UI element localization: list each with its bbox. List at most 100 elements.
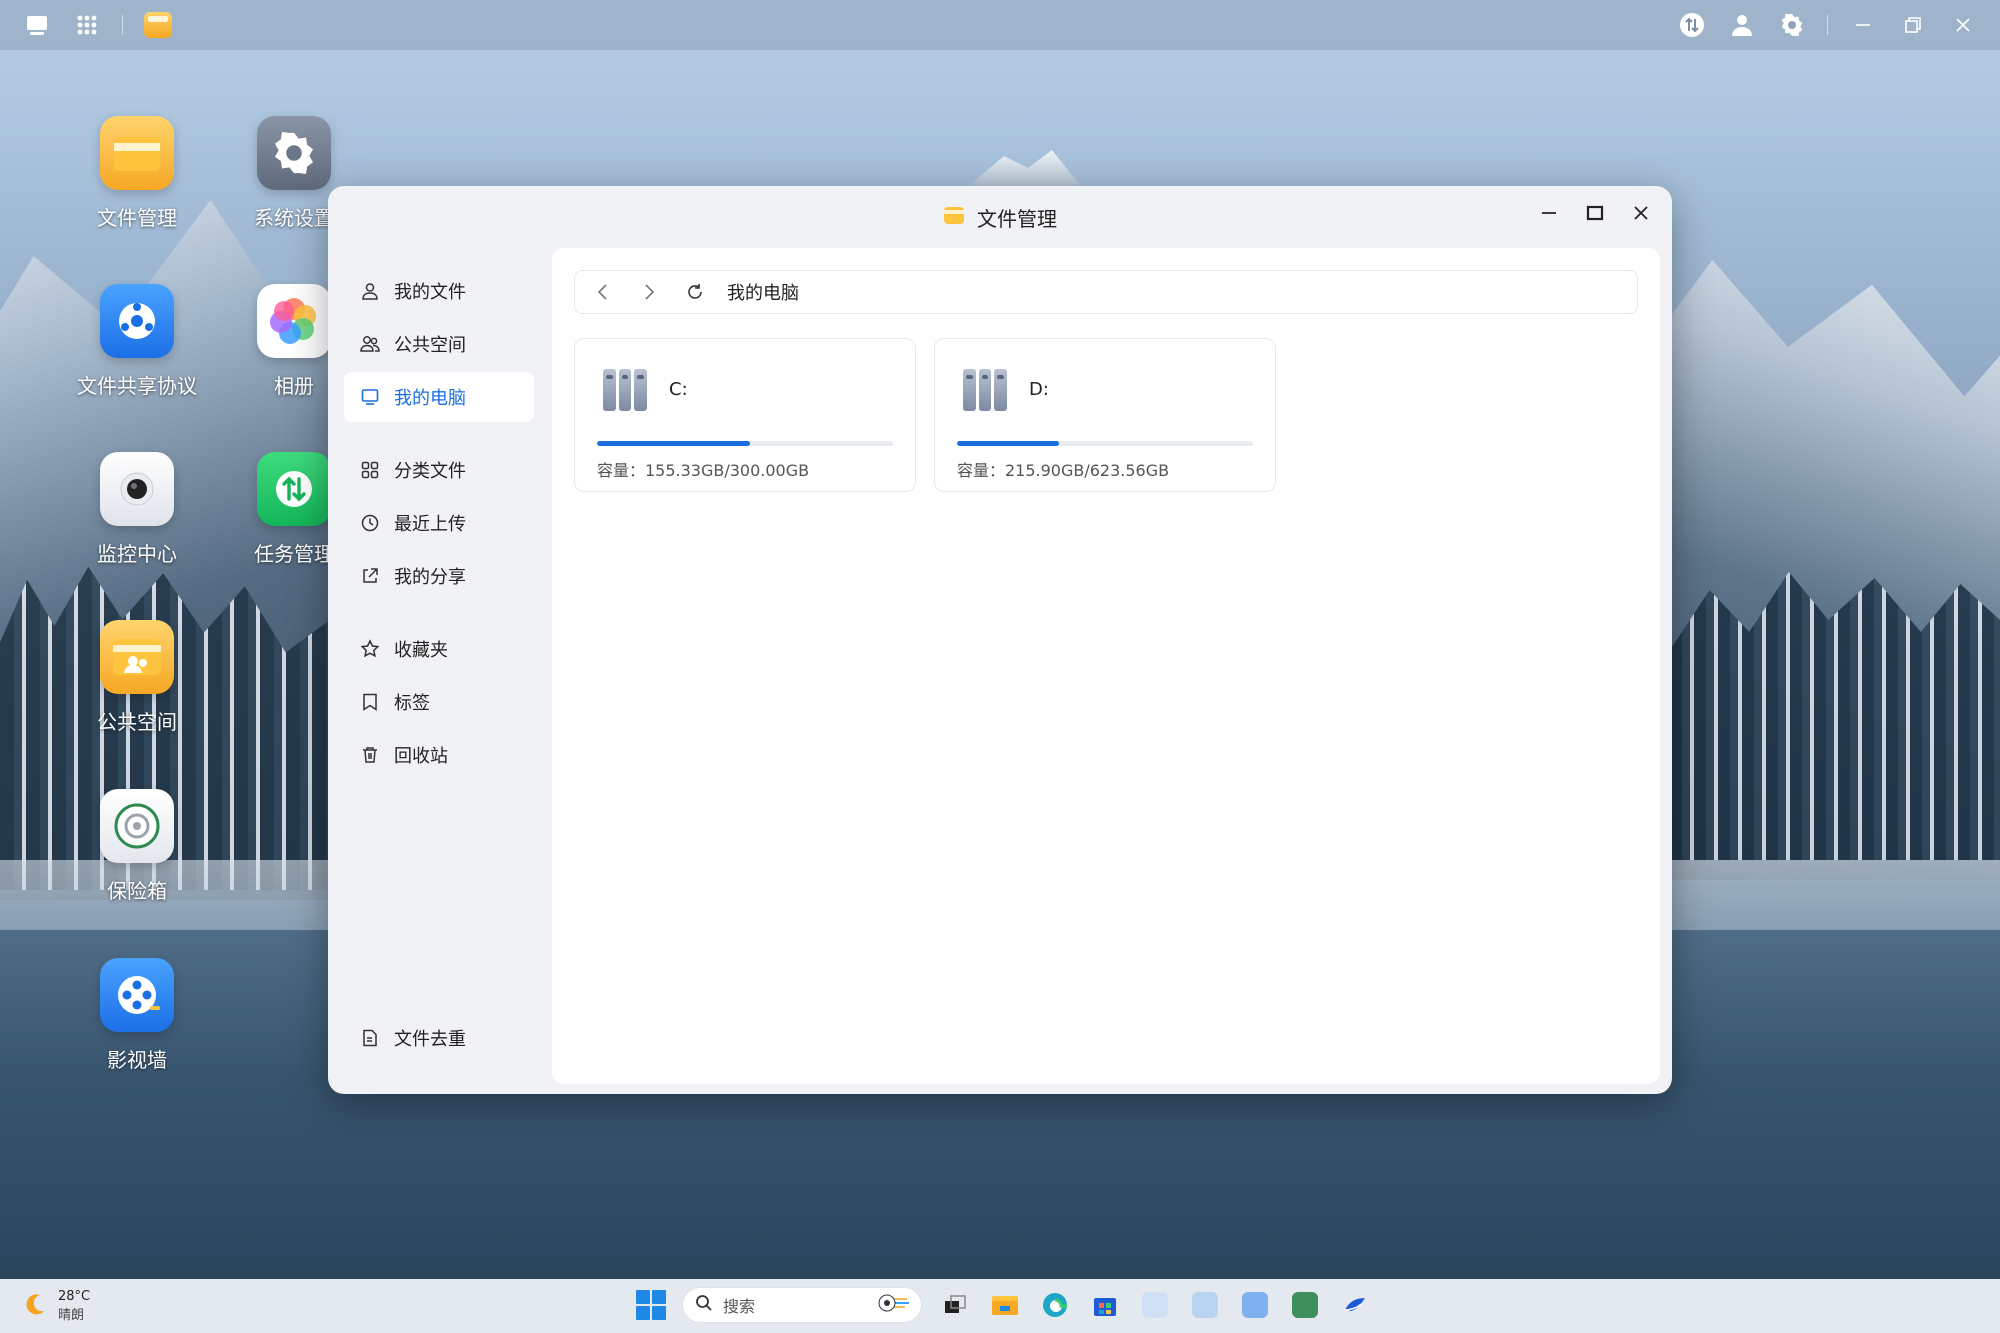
- weather-temp: 28°C: [58, 1289, 91, 1304]
- user-icon[interactable]: [1727, 10, 1757, 40]
- pinned-app-icon[interactable]: [1238, 1288, 1272, 1322]
- sidebar-item-my-shares[interactable]: 我的分享: [344, 551, 534, 601]
- drive-card-d[interactable]: D: 容量：215.90GB/623.56GB: [934, 338, 1276, 492]
- top-bar: [0, 0, 2000, 50]
- divider: [1827, 15, 1828, 35]
- window-titlebar[interactable]: 文件管理: [328, 186, 1672, 248]
- desktop-icon-video-wall[interactable]: 影视墙: [72, 958, 202, 1073]
- drive-usage-bar: [957, 441, 1253, 446]
- safe-icon: [100, 789, 174, 863]
- search-input[interactable]: 搜索: [682, 1287, 922, 1323]
- current-path[interactable]: 我的电脑: [727, 279, 799, 305]
- sidebar-item-recycle-bin[interactable]: 回收站: [344, 730, 534, 780]
- drive-name: D:: [1029, 379, 1049, 400]
- sidebar-item-public-space[interactable]: 公共空间: [344, 319, 534, 369]
- desktop-label: 文件管理: [97, 206, 177, 230]
- sidebar-item-label: 最近上传: [394, 514, 466, 535]
- nas-app-icon[interactable]: [1338, 1288, 1372, 1322]
- sidebar-item-categories[interactable]: 分类文件: [344, 445, 534, 495]
- gear-icon: [257, 116, 331, 190]
- pinned-app-icon[interactable]: [1138, 1288, 1172, 1322]
- drive-capacity: 容量：155.33GB/300.00GB: [597, 461, 810, 480]
- download-task-icon[interactable]: [1677, 10, 1707, 40]
- moon-icon: [22, 1291, 48, 1321]
- sidebar-item-label: 我的电脑: [394, 388, 466, 409]
- desktop-label: 公共空间: [97, 710, 177, 734]
- desktop-label: 文件共享协议: [77, 374, 197, 398]
- share-protocol-icon: [100, 284, 174, 358]
- restore-icon[interactable]: [1898, 10, 1928, 40]
- edge-browser-icon[interactable]: [1038, 1288, 1072, 1322]
- drive-usage-fill: [597, 441, 751, 446]
- weather-widget[interactable]: 28°C 晴朗: [22, 1289, 90, 1323]
- dedupe-icon: [360, 1028, 380, 1048]
- search-placeholder: 搜索: [723, 1297, 756, 1316]
- category-icon: [360, 460, 380, 480]
- sidebar-item-label: 公共空间: [394, 335, 466, 356]
- app-grid-icon[interactable]: [72, 10, 102, 40]
- desktop-label: 任务管理: [254, 542, 334, 566]
- taskbar: 28°C 晴朗 搜索: [0, 1279, 2000, 1333]
- start-icon[interactable]: [636, 1290, 666, 1320]
- trash-icon: [360, 745, 380, 765]
- settings-icon[interactable]: [1777, 10, 1807, 40]
- desktop-icon-file-manager[interactable]: 文件管理: [72, 116, 202, 231]
- path-bar: 我的电脑: [574, 270, 1638, 314]
- sidebar-item-label: 我的分享: [394, 567, 466, 588]
- window-close-button[interactable]: [1628, 200, 1654, 226]
- search-icon: [695, 1294, 713, 1316]
- back-button[interactable]: [591, 280, 615, 304]
- tag-icon: [360, 692, 380, 712]
- video-wall-icon: [100, 958, 174, 1032]
- drive-name: C:: [669, 379, 688, 400]
- sidebar-item-recent-uploads[interactable]: 最近上传: [344, 498, 534, 548]
- drive-card-c[interactable]: C: 容量：155.33GB/300.00GB: [574, 338, 916, 492]
- divider: [122, 15, 123, 35]
- refresh-button[interactable]: [683, 280, 707, 304]
- task-view-icon[interactable]: [938, 1288, 972, 1322]
- weather-desc: 晴朗: [58, 1308, 85, 1323]
- window-title: 文件管理: [977, 206, 1057, 231]
- explorer-icon[interactable]: [988, 1288, 1022, 1322]
- sidebar-item-tags[interactable]: 标签: [344, 677, 534, 727]
- star-icon: [360, 639, 380, 659]
- sidebar-item-my-computer[interactable]: 我的电脑: [344, 372, 534, 422]
- sidebar-item-favorites[interactable]: 收藏夹: [344, 624, 534, 674]
- soccer-ball-icon: [877, 1293, 911, 1317]
- desktop-icon-safe[interactable]: 保险箱: [72, 789, 202, 904]
- desktop-icon-share-protocol[interactable]: 文件共享协议: [72, 284, 202, 399]
- drive-capacity: 容量：215.90GB/623.56GB: [957, 461, 1170, 480]
- close-icon[interactable]: [1948, 10, 1978, 40]
- window-maximize-button[interactable]: [1582, 200, 1608, 226]
- forward-button[interactable]: [637, 280, 661, 304]
- desktop-icon-monitor-center[interactable]: 监控中心: [72, 452, 202, 567]
- file-manager-icon[interactable]: [143, 10, 173, 40]
- minimize-icon[interactable]: [1848, 10, 1878, 40]
- content-area: 我的电脑 C: 容量：155.33GB/300.00GB D: 容量：215.9…: [552, 248, 1660, 1084]
- sidebar-item-label: 分类文件: [394, 461, 466, 482]
- sidebar-item-label: 文件去重: [394, 1029, 466, 1050]
- share-icon: [360, 566, 380, 586]
- drive-icon: [963, 369, 1008, 411]
- store-icon[interactable]: [1088, 1288, 1122, 1322]
- desktop-label: 保险箱: [107, 879, 167, 903]
- desktop-icon-public-space[interactable]: 公共空间: [72, 620, 202, 735]
- sidebar-item-dedupe[interactable]: 文件去重: [344, 1013, 534, 1063]
- sidebar-item-label: 回收站: [394, 746, 448, 767]
- drive-usage-bar: [597, 441, 893, 446]
- desktop-label: 影视墙: [107, 1048, 167, 1072]
- show-desktop-icon[interactable]: [22, 10, 52, 40]
- pinned-app-icon[interactable]: [1288, 1288, 1322, 1322]
- drive-usage-fill: [957, 441, 1060, 446]
- clock-icon: [360, 513, 380, 533]
- sidebar-item-my-files[interactable]: 我的文件: [344, 266, 534, 316]
- task-manager-icon: [257, 452, 331, 526]
- drive-icon: [603, 369, 648, 411]
- desktop-label: 系统设置: [254, 206, 334, 230]
- folder-icon: [100, 116, 174, 190]
- desktop-label: 相册: [274, 374, 314, 398]
- file-manager-window: 文件管理 我的文件 公共空间 我的电脑 分类文件 最近上传 我的分享 收藏夹 标…: [328, 186, 1672, 1094]
- pinned-app-icon[interactable]: [1188, 1288, 1222, 1322]
- folder-icon: [943, 205, 965, 230]
- window-minimize-button[interactable]: [1536, 200, 1562, 226]
